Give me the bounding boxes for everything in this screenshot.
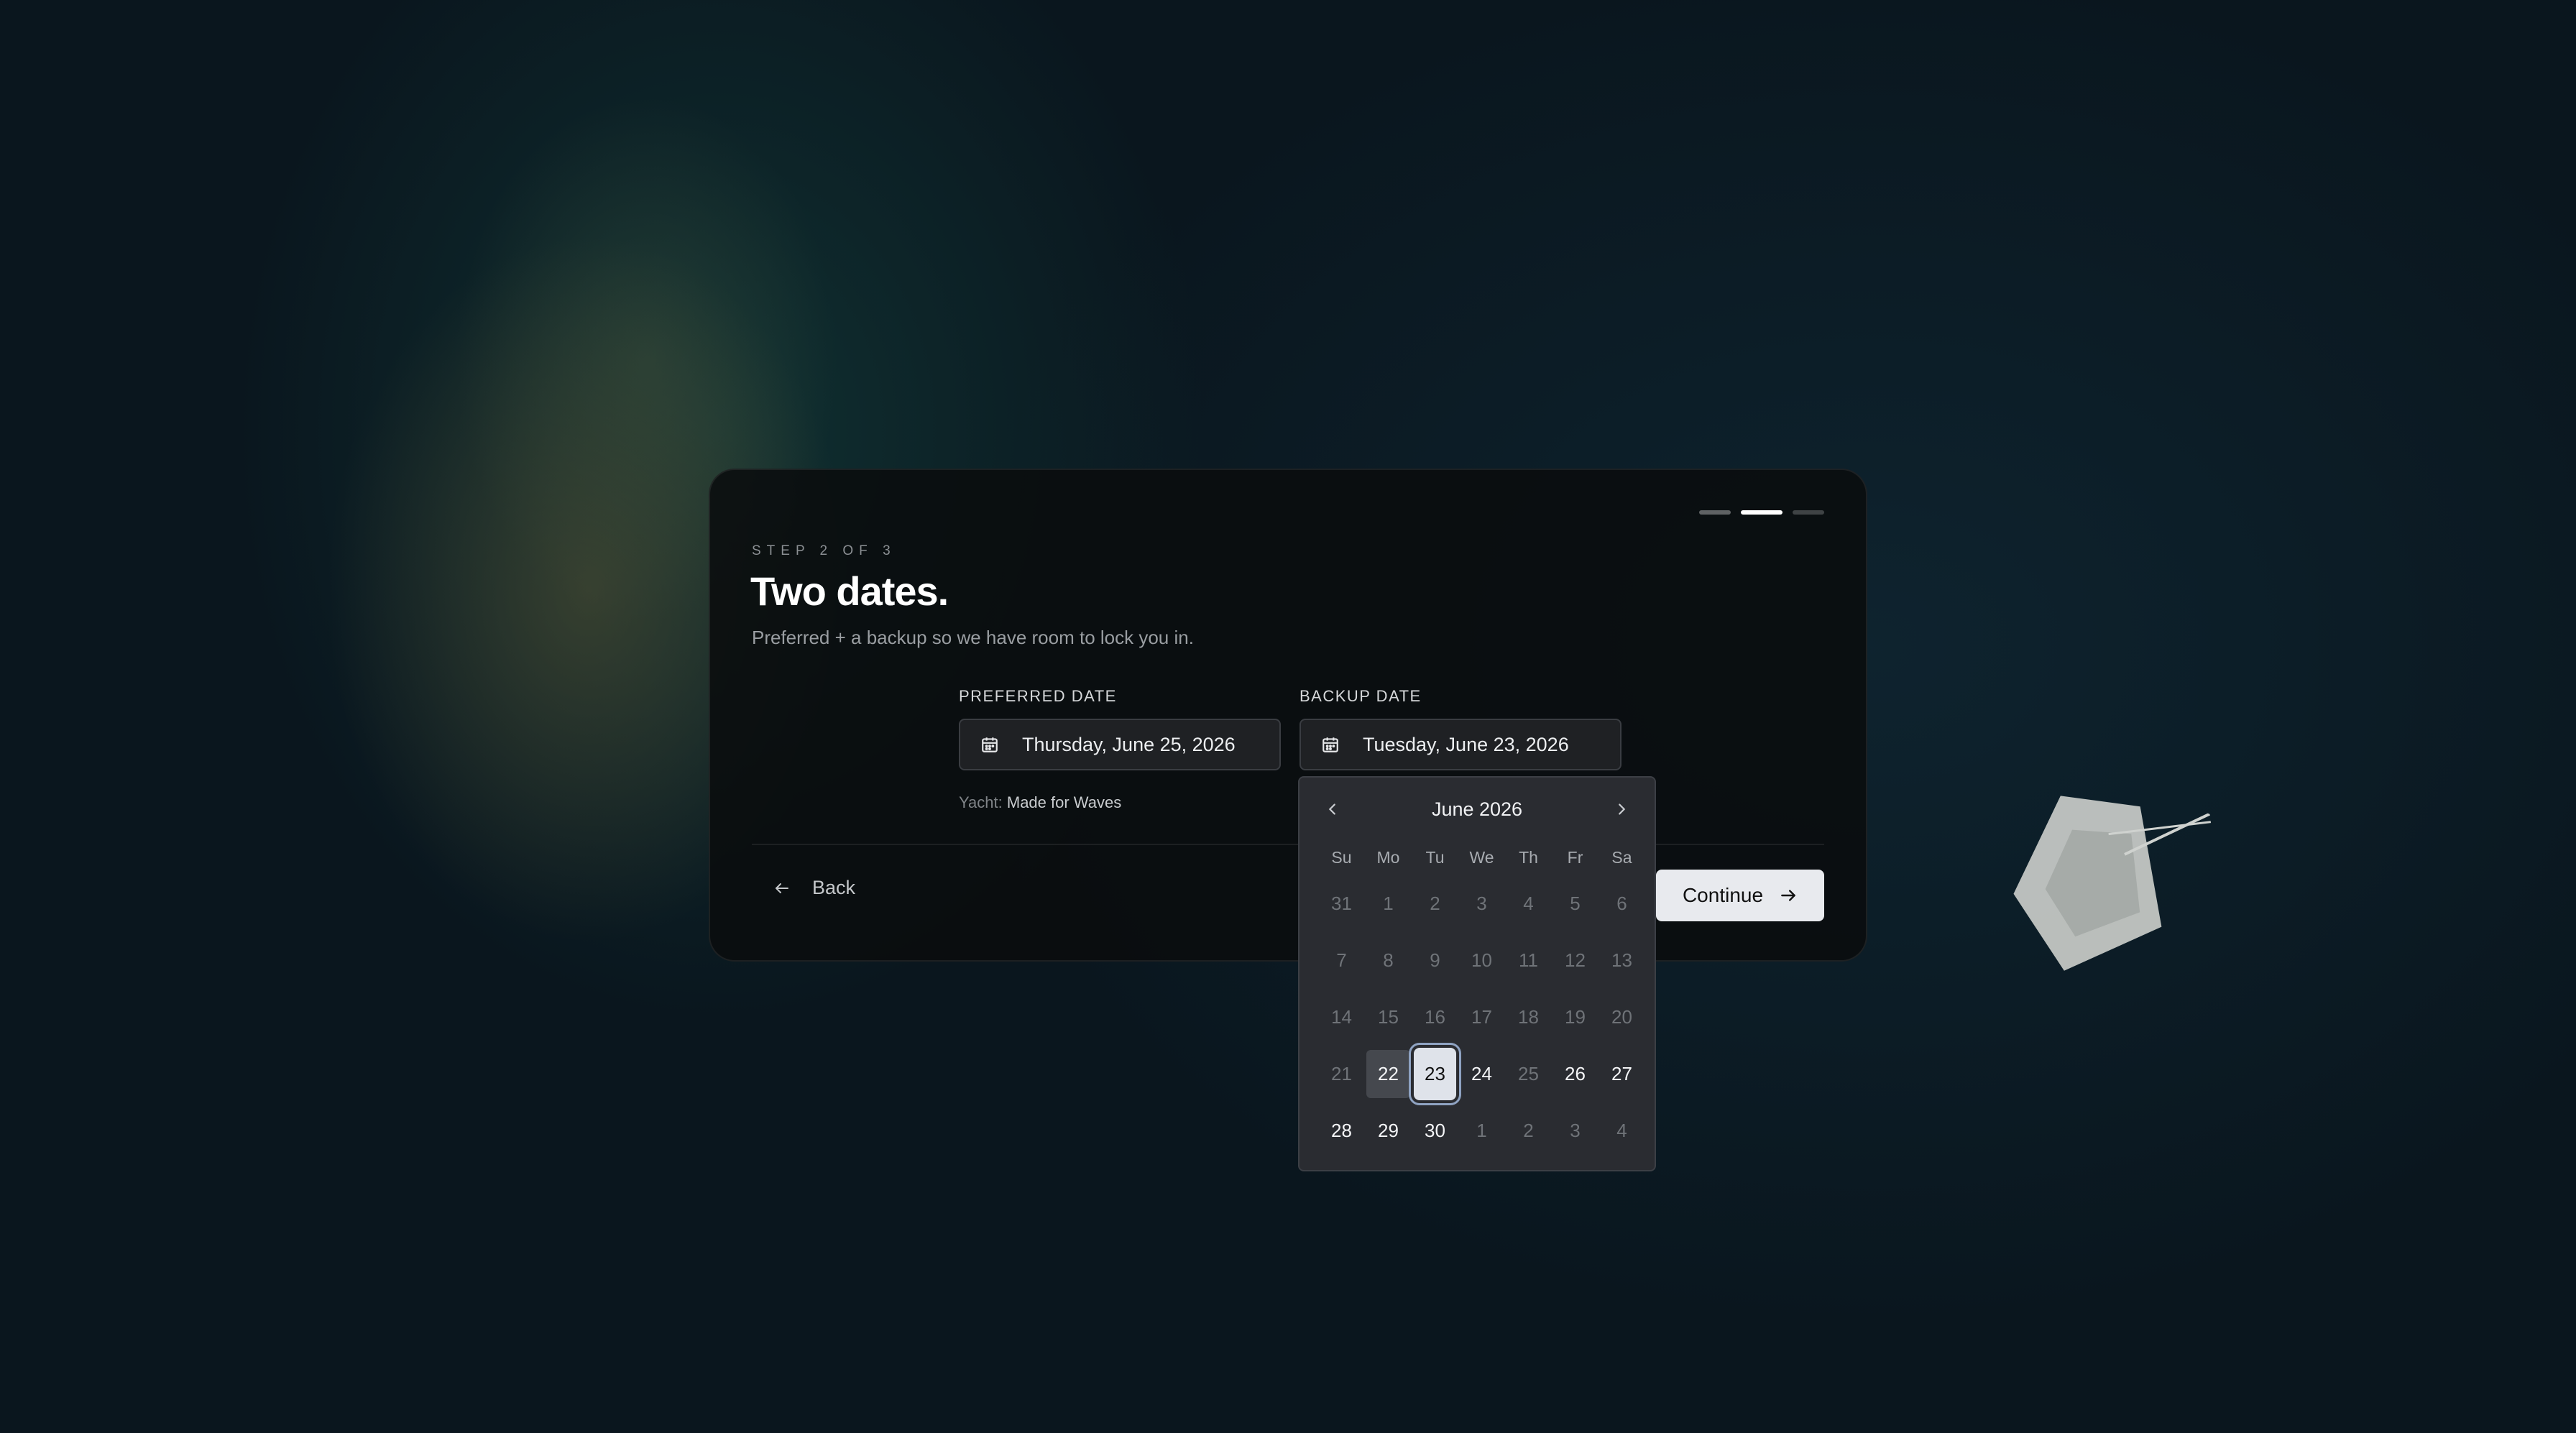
weekday-header: Su Mo Tu We Th Fr Sa	[1318, 848, 1645, 867]
weekday-label: Tu	[1425, 848, 1445, 867]
day-cell: 9	[1430, 949, 1440, 971]
day-cell: 14	[1331, 1006, 1352, 1028]
weekday-label: Sa	[1611, 848, 1632, 867]
day-cell: 6	[1616, 893, 1627, 914]
backup-date-label: BACKUP DATE	[1300, 687, 1422, 705]
day-cell[interactable]: 30	[1412, 1102, 1458, 1159]
weekday-label: We	[1469, 848, 1494, 867]
day-cell: 4	[1616, 1120, 1627, 1141]
weekday-label: Su	[1331, 848, 1352, 867]
page-subtitle: Preferred + a backup so we have room to …	[752, 627, 1194, 648]
day-cell: 8	[1383, 949, 1394, 971]
day-cell: 16	[1425, 1006, 1445, 1028]
weekday-label: Th	[1519, 848, 1538, 867]
day-cell: 21	[1331, 1063, 1352, 1084]
backup-date-input[interactable]: Tuesday, June 23, 2026	[1300, 719, 1622, 770]
day-cell: 11	[1519, 949, 1538, 971]
calendar-icon	[982, 737, 998, 752]
calendar-icon	[1322, 737, 1338, 752]
chevron-right-icon	[1619, 803, 1626, 815]
progress-step-1	[1699, 510, 1731, 515]
month-label: June 2026	[1431, 798, 1523, 820]
back-button[interactable]: Back	[773, 877, 855, 899]
back-button-label: Back	[812, 877, 856, 898]
day-cell: 3	[1570, 1120, 1581, 1141]
step-label: STEP 2 OF 3	[752, 543, 896, 558]
day-cell: 2	[1523, 1120, 1534, 1141]
arrow-right-icon	[1781, 890, 1795, 901]
day-cell: 15	[1378, 1006, 1399, 1028]
calendar-grid: 31 1 2 3 4 5 6 7 8 9 10 11 12 13 14 15 16 17 18 19 20 21 22 23 2…	[1318, 875, 1645, 1159]
day-cell: 18	[1518, 1006, 1539, 1028]
day-cell[interactable]: 28	[1318, 1102, 1365, 1159]
progress-step-3	[1793, 510, 1824, 515]
page-title: Two dates.	[750, 568, 949, 614]
weekday-label: Mo	[1376, 848, 1400, 867]
day-cell[interactable]: 29	[1365, 1102, 1412, 1159]
day-cell: 7	[1336, 949, 1347, 971]
arrow-left-icon	[776, 883, 788, 893]
yacht-name: Made for Waves	[1006, 793, 1122, 811]
day-cell: 20	[1611, 1006, 1632, 1028]
progress-step-2	[1741, 510, 1782, 515]
booking-card: STEP 2 OF 3 Two dates. Preferred + a bac…	[709, 469, 1867, 962]
day-cell: 25	[1518, 1063, 1539, 1084]
continue-button-label: Continue	[1682, 884, 1764, 906]
weekday-label: Fr	[1567, 848, 1583, 867]
step-progress	[1699, 510, 1824, 515]
day-cell[interactable]: 24	[1458, 1046, 1505, 1102]
preferred-date-input[interactable]: Thursday, June 25, 2026	[959, 719, 1281, 770]
day-cell: 4	[1523, 893, 1534, 914]
next-month-button[interactable]	[1607, 795, 1636, 824]
day-cell: 3	[1476, 893, 1487, 914]
day-cell: 12	[1565, 949, 1586, 971]
day-cell[interactable]: 22	[1366, 1050, 1410, 1098]
continue-button[interactable]: Continue	[1656, 870, 1824, 921]
backup-date-value: Tuesday, June 23, 2026	[1363, 733, 1569, 755]
day-cell: 17	[1471, 1006, 1492, 1028]
day-cell: 10	[1471, 949, 1492, 971]
footer-divider	[752, 844, 1824, 845]
day-cell[interactable]: 26	[1552, 1046, 1598, 1102]
day-cell: 2	[1430, 893, 1440, 914]
day-cell: 31	[1331, 893, 1352, 914]
date-picker-popover: June 2026 Su Mo Tu We Th Fr Sa 31 1 2 3 4 5 6 7 8 9 10 11…	[1298, 776, 1656, 1171]
day-cell: 1	[1476, 1120, 1487, 1141]
day-cell: 1	[1383, 893, 1394, 914]
yacht-info: Yacht: Made for Waves	[959, 793, 1121, 812]
day-cell: 5	[1570, 893, 1581, 914]
day-cell[interactable]: 27	[1598, 1046, 1645, 1102]
day-cell: 19	[1565, 1006, 1586, 1028]
yacht-label: Yacht:	[959, 793, 1003, 811]
preferred-date-label: PREFERRED DATE	[959, 687, 1117, 705]
preferred-date-value: Thursday, June 25, 2026	[1022, 733, 1236, 755]
day-cell-selected[interactable]: 23	[1414, 1048, 1456, 1100]
day-cell: 13	[1611, 949, 1632, 971]
